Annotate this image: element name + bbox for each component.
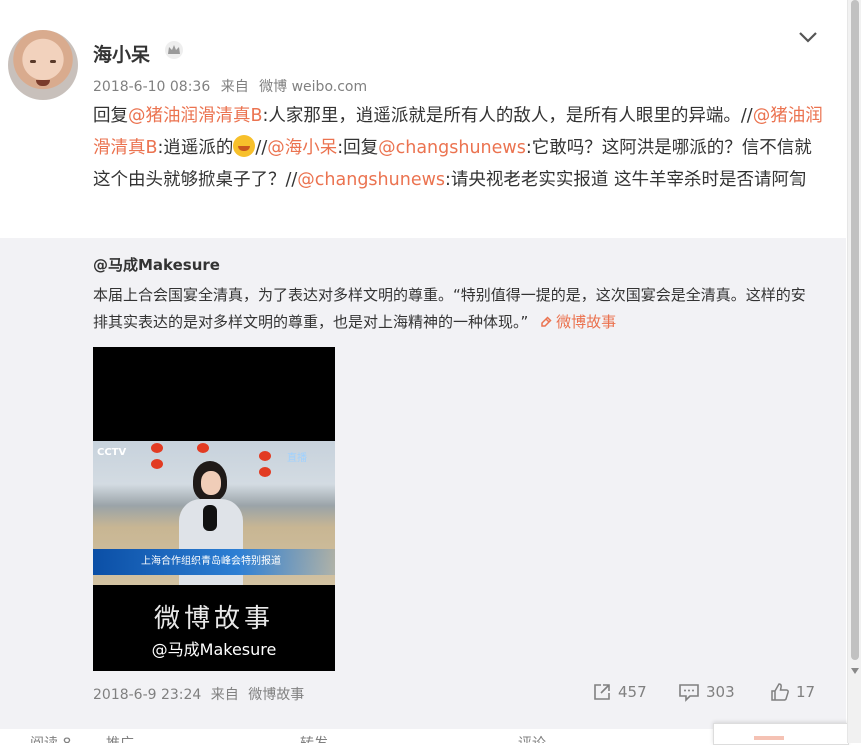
channel-logo: CCTV [97,447,127,458]
mention-link[interactable]: @changshunews [378,138,526,158]
scrollbar[interactable] [847,0,861,743]
mention-link[interactable]: @海小呆 [267,138,337,158]
repost-source[interactable]: 微博故事 [248,687,304,703]
repost-action[interactable]: 457 [592,682,647,702]
lantern [151,459,163,469]
lantern [151,443,163,453]
weibo-story-link[interactable]: 微博故事 [533,313,616,331]
weibo-post-card: 海小呆 2018-6-10 08:36 来自 微博 weibo.com 回复@猪… [0,0,846,743]
chevron-down-icon[interactable] [797,28,819,46]
scroll-down-arrow[interactable] [851,668,859,674]
repost-button[interactable]: 转发 [300,733,328,743]
like-count: 17 [796,683,816,701]
post-text-segment: 回复 [93,106,128,126]
reporter-face [201,471,221,495]
repost-meta: 2018-6-9 23:24 来自 微博故事 [93,684,309,704]
crown-icon[interactable] [164,40,184,60]
video-overlay-title: 微博故事 [153,604,274,634]
avatar-mouth [36,80,50,86]
live-badge: 直播 [287,453,307,464]
post-text-segment: :逍遥派的 [157,138,234,158]
repost-text-body: 本届上合会国宴全清真，为了表达对多样文明的尊重。“特别值得一提的是，这次国宴会是… [93,286,806,331]
post-text-segment: // [255,138,268,158]
microphone [203,505,217,531]
video-overlay-handle: @马成Makesure [151,640,277,659]
repost-container: @马成Makesure 本届上合会国宴全清真，为了表达对多样文明的尊重。“特别值… [0,238,846,743]
share-icon [594,684,610,700]
video-frame: CCTV 直播 上海合作组织青岛峰会特别报道 [93,441,335,585]
news-lower-third: 上海合作组织青岛峰会特别报道 [93,549,335,575]
post-text-segment: :回复 [337,138,379,158]
lantern [197,443,209,453]
video-thumbnail[interactable]: CCTV 直播 上海合作组织青岛峰会特别报道 微博故事 @马成Makesure [93,347,335,671]
source-prefix: 来自 [220,79,249,95]
comment-count: 303 [706,683,735,701]
post-text: 回复@猪油润滑清真B:人家那里，逍遥派就是所有人的敌人，是所有人眼里的异端。//… [93,100,823,196]
link-icon [541,316,552,327]
post-source[interactable]: 微博 weibo.com [259,79,367,95]
floating-panel-bar [754,736,784,740]
read-count: 阅读 8 [30,733,71,743]
post-text-segment: :请央视老老实实报道 这牛羊宰杀时是否请阿訇 [445,170,807,190]
post-text-segment: :人家那里，逍遥派就是所有人的敌人，是所有人眼里的异端。// [262,106,753,126]
username[interactable]: 海小呆 [93,40,150,67]
promote-button[interactable]: 推广 [106,733,134,743]
avatar[interactable] [8,30,78,100]
laughing-emoji-icon [233,135,256,157]
comment-icon [679,684,699,702]
repost-timestamp[interactable]: 2018-6-9 23:24 [93,687,201,703]
comment-button[interactable]: 评论 [518,733,546,743]
mention-link[interactable]: @changshunews [297,170,445,190]
repost-text: 本届上合会国宴全清真，为了表达对多样文明的尊重。“特别值得一提的是，这次国宴会是… [93,282,815,336]
repost-source-prefix: 来自 [210,687,239,703]
like-action[interactable]: 17 [770,682,815,702]
lantern [259,451,271,461]
avatar-eye [50,60,56,63]
floating-panel[interactable] [713,723,849,745]
post-meta: 2018-6-10 08:36 来自 微博 weibo.com [93,76,373,96]
post-timestamp[interactable]: 2018-6-10 08:36 [93,79,210,95]
repost-count: 457 [618,683,647,701]
mention-link[interactable]: @猪油润滑清真B [128,106,263,126]
repost-author[interactable]: @马成Makesure [93,254,220,275]
avatar-eye [30,60,36,63]
weibo-story-link-label: 微博故事 [556,313,617,331]
scrollbar-thumb[interactable] [851,0,859,660]
lantern [259,467,271,477]
comment-action[interactable]: 303 [678,682,735,702]
thumbs-up-icon [771,683,789,701]
